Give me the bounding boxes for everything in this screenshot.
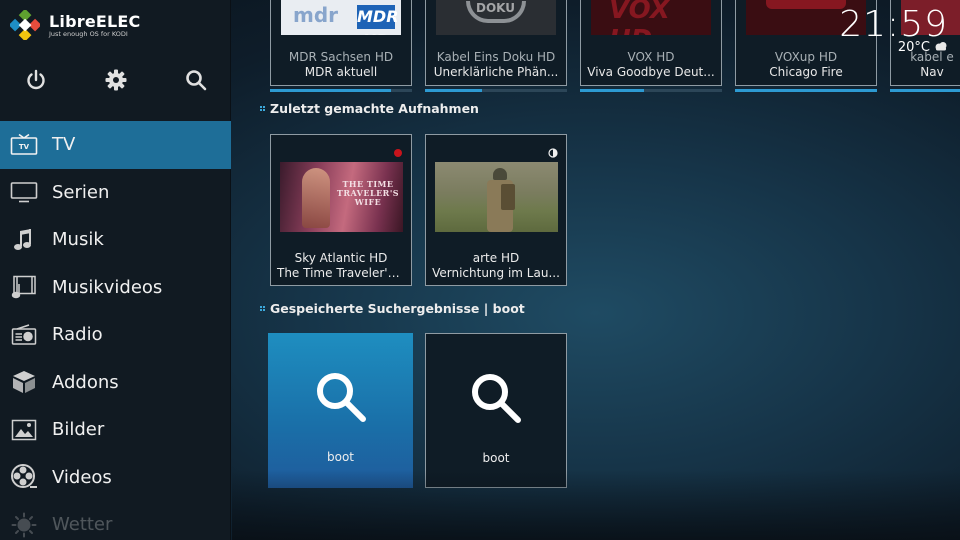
program-title: Chicago Fire bbox=[769, 65, 843, 79]
channel-name: VOXup HD bbox=[774, 50, 838, 64]
sidebar-item-label: Serien bbox=[52, 181, 110, 203]
channel-logo: VOX HD bbox=[591, 0, 711, 35]
music-video-icon bbox=[10, 273, 38, 301]
progress-fill bbox=[425, 89, 482, 92]
recording-thumbnail: THE TIME TRAVELER'S WIFE bbox=[280, 162, 403, 232]
channel-logo: DOKU bbox=[436, 0, 556, 35]
program-title: Unerklärliche Phän... bbox=[433, 65, 559, 79]
music-note-icon bbox=[10, 226, 38, 254]
sidebar-item-radio[interactable]: Radio bbox=[0, 311, 231, 359]
progress-fill bbox=[890, 89, 960, 92]
sidebar-item-wetter[interactable]: Wetter bbox=[0, 501, 231, 540]
sidebar-item-label: Wetter bbox=[52, 514, 113, 536]
sidebar-item-label: TV bbox=[52, 134, 76, 156]
progress-bar bbox=[890, 89, 960, 92]
saved-search-label: boot bbox=[326, 450, 354, 464]
half-watched-icon bbox=[548, 143, 558, 158]
tv-icon: TV bbox=[10, 131, 38, 159]
sidebar-item-videos[interactable]: Videos bbox=[0, 454, 231, 502]
saved-search-label: boot bbox=[482, 451, 510, 465]
film-reel-icon bbox=[10, 463, 38, 491]
progress-bar bbox=[580, 89, 722, 92]
section-bullet-icon bbox=[260, 105, 266, 112]
program-title: MDR aktuell bbox=[304, 65, 378, 79]
sidebar-item-label: Musikvideos bbox=[52, 276, 163, 298]
section-bullet-icon bbox=[260, 305, 266, 312]
sidebar-top-icons bbox=[0, 64, 231, 96]
monitor-icon bbox=[10, 178, 38, 206]
weather: 20°C bbox=[898, 40, 948, 55]
main-content: mdr MDR HD MDR Sachsen HD MDR aktuell DO… bbox=[232, 0, 960, 540]
sidebar-item-bilder[interactable]: Bilder bbox=[0, 406, 231, 454]
channel-name: Sky Atlantic HD bbox=[294, 251, 388, 265]
channel-name: VOX HD bbox=[627, 50, 675, 64]
program-title: Nav bbox=[920, 65, 944, 79]
picture-icon bbox=[10, 416, 38, 444]
sidebar-item-musikvideos[interactable]: Musikvideos bbox=[0, 264, 231, 312]
box-icon bbox=[10, 368, 38, 396]
channel-logo-text: VOX HD bbox=[609, 0, 670, 35]
sidebar-item-label: Addons bbox=[52, 371, 119, 393]
recording-dot-icon bbox=[393, 143, 403, 157]
channel-name: arte HD bbox=[472, 251, 520, 265]
brand-tagline: Just enough OS for KODI bbox=[49, 29, 128, 38]
section-title-text: Gespeicherte Suchergebnisse | boot bbox=[270, 301, 525, 316]
brand: LibreELEC Just enough OS for KODI bbox=[8, 8, 141, 42]
section-title-saved-searches: Gespeicherte Suchergebnisse | boot bbox=[260, 301, 525, 316]
poster-title: THE TIME TRAVELER'S WIFE bbox=[336, 179, 400, 207]
program-title: The Time Traveler's... bbox=[277, 266, 406, 280]
progress-fill bbox=[270, 89, 391, 92]
section-title-text: Zuletzt gemachte Aufnahmen bbox=[270, 101, 479, 116]
search-icon[interactable] bbox=[184, 68, 208, 92]
sidebar-item-label: Videos bbox=[52, 466, 112, 488]
sidebar-item-tv[interactable]: TV TV bbox=[0, 121, 231, 169]
progress-bar bbox=[270, 89, 412, 92]
channel-card[interactable]: VOX HD VOX HD Viva Goodbye Deut... bbox=[580, 0, 722, 86]
radio-icon bbox=[10, 321, 38, 349]
sidebar-item-label: Radio bbox=[52, 324, 103, 346]
recording-thumbnail bbox=[435, 162, 558, 232]
search-icon bbox=[468, 370, 524, 426]
channel-logo-text: MDR HD bbox=[357, 5, 399, 35]
sidebar: LibreELEC Just enough OS for KODI TV TV … bbox=[0, 0, 231, 540]
progress-fill bbox=[735, 89, 877, 92]
channel-name: Kabel Eins Doku HD bbox=[436, 50, 556, 64]
power-icon[interactable] bbox=[24, 68, 48, 92]
channel-logo-text: DOKU bbox=[476, 1, 515, 15]
brand-name: LibreELEC bbox=[49, 11, 141, 31]
section-title-recordings: Zuletzt gemachte Aufnahmen bbox=[260, 101, 479, 116]
sidebar-item-label: Bilder bbox=[52, 419, 105, 441]
progress-bar bbox=[425, 89, 567, 92]
temperature: 20°C bbox=[897, 40, 930, 55]
saved-search-card[interactable]: boot bbox=[268, 333, 413, 488]
libreelec-logo-icon bbox=[8, 8, 42, 42]
progress-bar bbox=[735, 89, 877, 92]
sun-icon bbox=[10, 511, 38, 539]
main-menu: TV TV Serien Musik Musikvideos Radio Add… bbox=[0, 121, 231, 540]
channel-logo: mdr MDR HD bbox=[281, 0, 401, 35]
sidebar-item-label: Musik bbox=[52, 229, 104, 251]
recording-card[interactable]: THE TIME TRAVELER'S WIFE Sky Atlantic HD… bbox=[270, 134, 412, 286]
sidebar-item-serien[interactable]: Serien bbox=[0, 169, 231, 217]
saved-search-card[interactable]: boot bbox=[425, 333, 567, 488]
sidebar-item-musik[interactable]: Musik bbox=[0, 216, 231, 264]
channel-card[interactable]: DOKU Kabel Eins Doku HD Unerklärliche Ph… bbox=[425, 0, 567, 86]
svg-text:TV: TV bbox=[19, 143, 30, 151]
cloud-icon bbox=[934, 40, 948, 55]
gear-icon[interactable] bbox=[104, 68, 128, 92]
search-icon bbox=[313, 369, 369, 425]
sidebar-item-addons[interactable]: Addons bbox=[0, 359, 231, 407]
program-title: Vernichtung im Lau... bbox=[432, 266, 560, 280]
progress-fill bbox=[580, 89, 644, 92]
channel-card[interactable]: mdr MDR HD MDR Sachsen HD MDR aktuell bbox=[270, 0, 412, 86]
channel-name: MDR Sachsen HD bbox=[288, 50, 394, 64]
program-title: Viva Goodbye Deut... bbox=[587, 65, 715, 79]
recording-card[interactable]: arte HD Vernichtung im Lau... bbox=[425, 134, 567, 286]
clock: 21:59 bbox=[839, 4, 948, 45]
